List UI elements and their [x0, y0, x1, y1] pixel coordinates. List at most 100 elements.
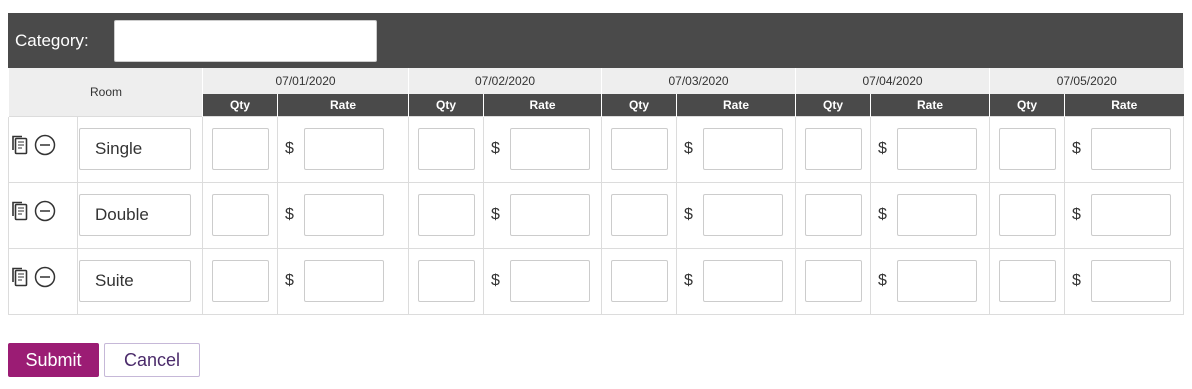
currency-symbol: $ [684, 140, 693, 157]
currency-symbol: $ [491, 206, 500, 223]
rate-input[interactable] [304, 194, 385, 236]
rate-cell: $ [676, 181, 797, 249]
cancel-button[interactable]: Cancel [104, 343, 200, 377]
qty-input[interactable] [804, 194, 862, 236]
qty-input[interactable] [610, 194, 668, 236]
qty-input[interactable] [610, 260, 668, 302]
date-header: 07/01/2020 [202, 68, 409, 94]
qty-cell [408, 247, 485, 315]
qty-cell [601, 181, 678, 249]
remove-circle-icon[interactable] [34, 200, 56, 222]
rate-column-header: Rate [483, 94, 602, 116]
rate-input[interactable] [1091, 260, 1172, 302]
rate-input[interactable] [703, 260, 784, 302]
currency-symbol: $ [878, 272, 887, 289]
currency-symbol: $ [1072, 272, 1081, 289]
date-header: 07/04/2020 [795, 68, 990, 94]
room-name-cell [76, 247, 204, 315]
qty-input[interactable] [211, 128, 269, 170]
rate-input[interactable] [897, 128, 978, 170]
remove-circle-icon[interactable] [34, 134, 56, 156]
date-header: 07/03/2020 [601, 68, 796, 94]
rate-grid: Room 07/01/2020 07/02/2020 07/03/2020 07/04/… [7, 68, 1185, 315]
rate-input[interactable] [897, 194, 978, 236]
remove-circle-icon[interactable] [34, 266, 56, 288]
rate-input[interactable] [510, 194, 591, 236]
qty-input[interactable] [417, 194, 475, 236]
qty-input[interactable] [610, 128, 668, 170]
rate-cell: $ [1064, 115, 1185, 183]
rate-input[interactable] [304, 128, 385, 170]
qty-cell [408, 115, 485, 183]
rate-input[interactable] [510, 260, 591, 302]
qty-cell [601, 247, 678, 315]
currency-symbol: $ [491, 140, 500, 157]
currency-symbol: $ [491, 272, 500, 289]
qty-input[interactable] [804, 260, 862, 302]
currency-symbol: $ [285, 140, 294, 157]
copy-icon[interactable] [10, 266, 31, 288]
room-name-cell [76, 181, 204, 249]
rate-input[interactable] [897, 260, 978, 302]
currency-symbol: $ [878, 206, 887, 223]
copy-icon[interactable] [10, 200, 31, 222]
qty-input[interactable] [998, 194, 1056, 236]
rate-cell: $ [1064, 247, 1185, 315]
rate-cell: $ [277, 115, 410, 183]
row-actions-cell [8, 115, 78, 183]
rate-input[interactable] [510, 128, 591, 170]
qty-column-header: Qty [601, 94, 677, 116]
currency-symbol: $ [684, 272, 693, 289]
rate-input[interactable] [703, 128, 784, 170]
room-row: $ $ $ $ $ [8, 181, 1185, 249]
copy-icon[interactable] [10, 134, 31, 156]
row-actions-cell [8, 181, 78, 249]
date-header: 07/02/2020 [408, 68, 602, 94]
rate-input[interactable] [1091, 128, 1172, 170]
currency-symbol: $ [878, 140, 887, 157]
form-actions: Submit Cancel [8, 343, 200, 377]
qty-input[interactable] [211, 194, 269, 236]
room-column-header: Room [7, 68, 203, 116]
rate-cell: $ [870, 247, 991, 315]
category-label: Category: [15, 30, 89, 50]
qty-input[interactable] [417, 260, 475, 302]
rate-cell: $ [1064, 181, 1185, 249]
room-name-input[interactable] [79, 194, 191, 236]
qty-column-header: Qty [989, 94, 1065, 116]
qty-cell [989, 247, 1066, 315]
qty-input[interactable] [998, 260, 1056, 302]
currency-symbol: $ [684, 206, 693, 223]
room-name-input[interactable] [79, 260, 191, 302]
qty-input[interactable] [417, 128, 475, 170]
qty-input[interactable] [998, 128, 1056, 170]
rate-cell: $ [676, 247, 797, 315]
qty-cell [202, 115, 279, 183]
date-header-row: Room 07/01/2020 07/02/2020 07/03/2020 07/04/… [7, 68, 1184, 116]
qty-cell [795, 181, 872, 249]
rate-cell: $ [870, 115, 991, 183]
qty-cell [989, 181, 1066, 249]
room-row: $ $ $ $ $ [8, 247, 1185, 315]
rate-cell: $ [277, 181, 410, 249]
qty-cell [989, 115, 1066, 183]
category-input[interactable] [114, 19, 377, 62]
qty-column-header: Qty [408, 94, 484, 116]
currency-symbol: $ [285, 272, 294, 289]
rate-cell: $ [483, 115, 603, 183]
rate-column-header: Rate [1064, 94, 1184, 116]
qty-input[interactable] [211, 260, 269, 302]
submit-button[interactable]: Submit [8, 343, 99, 377]
qty-input[interactable] [804, 128, 862, 170]
rate-cell: $ [277, 247, 410, 315]
rate-input[interactable] [304, 260, 385, 302]
rate-input[interactable] [703, 194, 784, 236]
row-actions-cell [8, 247, 78, 315]
qty-column-header: Qty [202, 94, 278, 116]
qty-cell [795, 115, 872, 183]
rate-cell: $ [483, 247, 603, 315]
date-header: 07/05/2020 [989, 68, 1184, 94]
room-name-input[interactable] [79, 128, 191, 170]
category-bar: Category: [8, 13, 1183, 68]
rate-input[interactable] [1091, 194, 1172, 236]
